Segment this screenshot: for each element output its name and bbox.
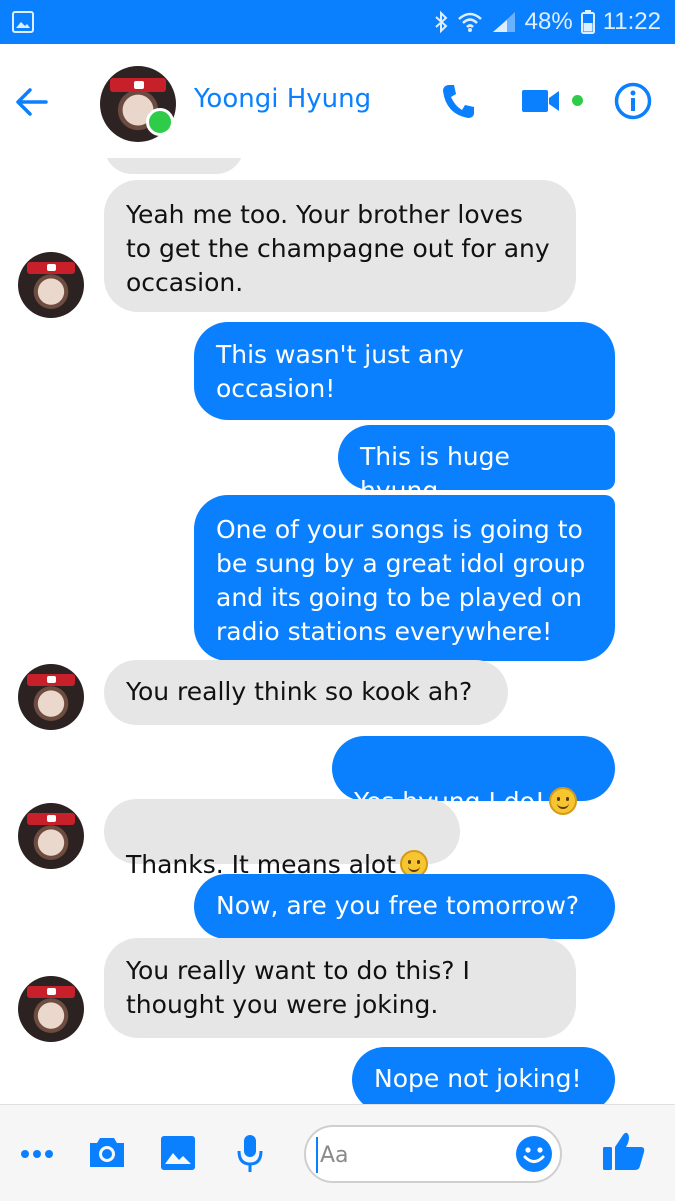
- online-status-dot: [146, 108, 174, 136]
- signal-icon: [491, 10, 517, 34]
- contact-name[interactable]: Yoongi Hyung: [194, 84, 371, 114]
- emoji-icon[interactable]: [514, 1134, 554, 1174]
- sender-avatar[interactable]: [18, 252, 84, 318]
- sender-avatar[interactable]: [18, 664, 84, 730]
- outgoing-message: Yes hyung I do!: [332, 736, 615, 816]
- thumbs-up-icon[interactable]: [602, 1131, 646, 1175]
- battery-icon: [580, 10, 595, 34]
- microphone-icon[interactable]: [236, 1133, 264, 1177]
- incoming-message: Thanks. It means alot: [104, 799, 460, 879]
- message-input-field[interactable]: [304, 1125, 562, 1183]
- video-call-icon[interactable]: [522, 88, 560, 118]
- gallery-icon[interactable]: [160, 1135, 196, 1175]
- outgoing-message: One of your songs is going to be sung by…: [194, 495, 615, 661]
- sender-avatar[interactable]: [18, 976, 84, 1042]
- message-input[interactable]: [316, 1137, 512, 1173]
- status-bar: 48% 11:22: [0, 0, 675, 44]
- incoming-message: Yeah me too. Your brother loves to get t…: [104, 180, 576, 312]
- sender-avatar[interactable]: [18, 803, 84, 869]
- back-arrow-icon[interactable]: [14, 84, 50, 120]
- bluetooth-icon: [433, 10, 449, 34]
- outgoing-message: Nope not joking!: [352, 1047, 615, 1104]
- incoming-message: You really want to do this? I thought yo…: [104, 938, 576, 1038]
- wifi-icon: [457, 11, 483, 33]
- incoming-message: You really think so kook ah?: [104, 660, 508, 725]
- outgoing-message: This wasn't just any occasion!: [194, 322, 615, 420]
- gallery-notification-icon: [12, 11, 34, 33]
- more-options-icon[interactable]: [20, 1145, 54, 1164]
- battery-percent: 48%: [524, 8, 573, 35]
- clock-time: 11:22: [602, 8, 661, 35]
- info-icon[interactable]: [614, 82, 652, 124]
- video-online-dot: [572, 95, 583, 106]
- message-list[interactable]: Yeah me too. Your brother loves to get t…: [0, 158, 675, 1104]
- outgoing-message: This is huge hyung: [338, 425, 615, 505]
- message-bubble-partial: [104, 158, 244, 174]
- smiling-blush-emoji-icon: [548, 787, 577, 815]
- conversation-header: Yoongi Hyung: [0, 44, 675, 160]
- camera-icon[interactable]: [88, 1135, 126, 1173]
- outgoing-message: Now, are you free tomorrow?: [194, 874, 615, 939]
- message-composer: [0, 1104, 675, 1201]
- phone-call-icon[interactable]: [440, 82, 476, 124]
